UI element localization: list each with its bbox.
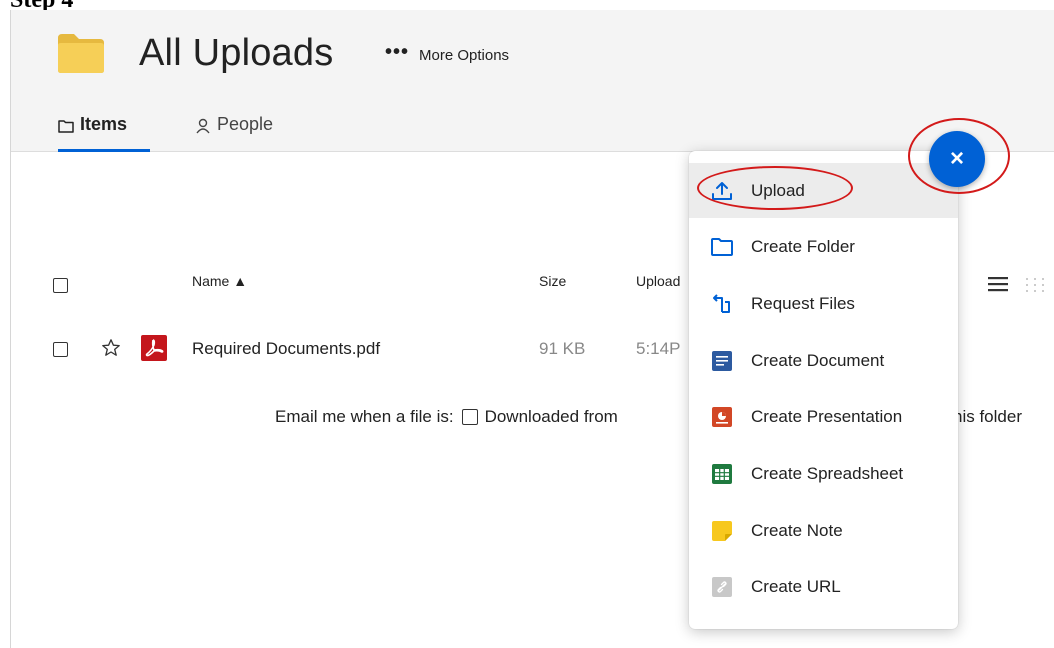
menu-item-create-presentation-label: Create Presentation — [751, 406, 903, 426]
close-new-menu-button[interactable]: × — [929, 131, 985, 187]
page-title: All Uploads — [139, 32, 334, 74]
menu-item-create-url[interactable]: Create URL — [689, 559, 958, 614]
file-uploaded: 5:14P — [636, 339, 681, 358]
file-name[interactable]: Required Documents.pdf — [192, 339, 380, 359]
note-icon — [712, 521, 732, 541]
grid-view-icon[interactable] — [1023, 276, 1049, 294]
person-icon — [196, 118, 210, 134]
row-checkbox[interactable] — [53, 342, 68, 357]
tab-items-label: Items — [80, 114, 128, 134]
email-option-label: Downloaded from — [484, 407, 618, 426]
email-notification-label: Email me when a file is: — [275, 407, 454, 426]
menu-item-create-spreadsheet[interactable]: Create Spreadsheet — [689, 446, 958, 501]
column-header-size[interactable]: Size — [539, 273, 566, 289]
menu-item-create-document-label: Create Document — [751, 350, 885, 370]
tab-people-label: People — [217, 114, 274, 134]
more-dots-icon: ••• — [385, 41, 410, 63]
column-header-name[interactable]: Name ▲ — [192, 273, 247, 289]
list-view-icon[interactable] — [987, 275, 1009, 293]
close-icon: × — [949, 145, 964, 172]
more-options-button[interactable]: ••• More Options — [385, 42, 509, 68]
new-item-menu: Upload Create Folder Request Files Creat… — [689, 151, 958, 629]
presentation-icon — [712, 407, 732, 427]
email-notification: Email me when a file is: Downloaded from — [275, 407, 618, 427]
menu-item-create-url-label: Create URL — [751, 576, 841, 596]
folder-outline-icon — [58, 120, 74, 133]
email-downloaded-checkbox[interactable] — [461, 409, 478, 425]
spreadsheet-icon — [712, 464, 732, 484]
document-icon — [712, 351, 732, 371]
select-all-checkbox[interactable] — [53, 278, 68, 293]
folder-outline-icon — [711, 238, 733, 256]
file-size: 91 KB — [539, 339, 586, 358]
menu-item-create-folder-label: Create Folder — [751, 236, 855, 256]
request-files-icon — [713, 294, 730, 313]
column-header-uploaded[interactable]: Upload — [636, 273, 680, 289]
menu-item-upload-label: Upload — [751, 180, 805, 200]
menu-item-create-note[interactable]: Create Note — [689, 503, 958, 558]
folder-icon — [58, 34, 104, 73]
upload-icon — [712, 182, 732, 200]
folder-header: All Uploads ••• More Options Items Peopl… — [11, 10, 1054, 152]
menu-item-request-files[interactable]: Request Files — [689, 276, 958, 331]
pdf-file-icon — [141, 335, 167, 361]
more-options-label: More Options — [419, 46, 510, 64]
star-icon[interactable] — [101, 338, 121, 358]
menu-item-create-presentation[interactable]: Create Presentation — [689, 389, 958, 444]
menu-item-create-document[interactable]: Create Document — [689, 333, 958, 388]
active-tab-indicator — [58, 149, 150, 152]
email-option-tail: his folder — [953, 407, 1022, 426]
url-link-icon — [712, 577, 732, 597]
menu-item-create-folder[interactable]: Create Folder — [689, 219, 958, 274]
tab-items[interactable]: Items — [58, 114, 127, 144]
menu-item-upload[interactable]: Upload — [689, 163, 958, 218]
app-frame: All Uploads ••• More Options Items Peopl… — [10, 10, 1054, 648]
menu-item-create-spreadsheet-label: Create Spreadsheet — [751, 463, 904, 483]
menu-item-request-files-label: Request Files — [751, 293, 855, 313]
menu-item-create-note-label: Create Note — [751, 520, 843, 540]
tab-people[interactable]: People — [195, 114, 273, 144]
